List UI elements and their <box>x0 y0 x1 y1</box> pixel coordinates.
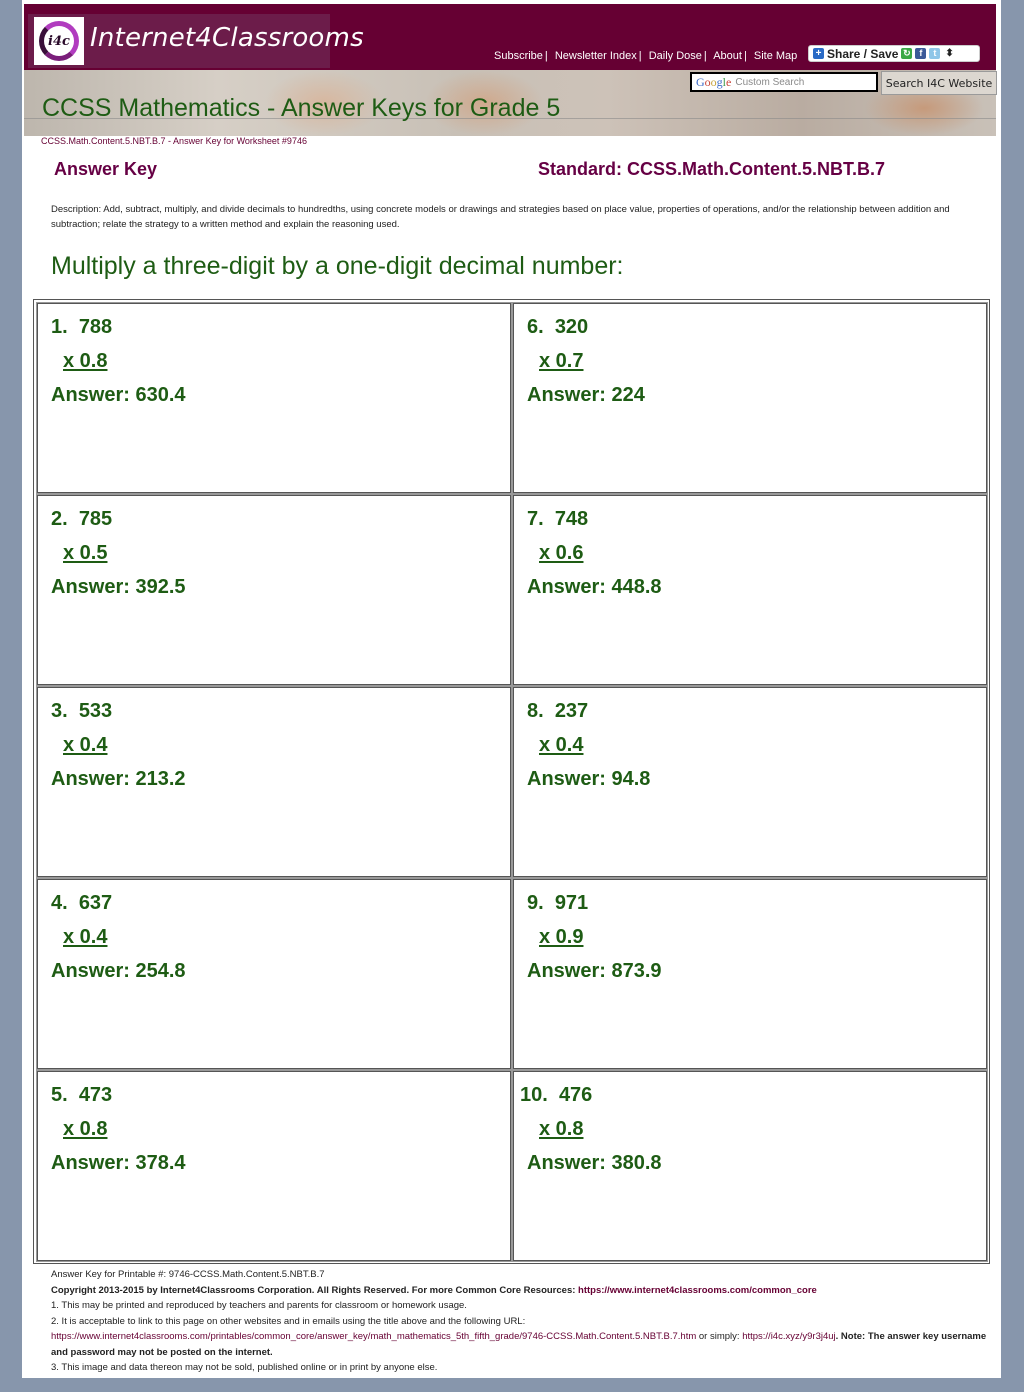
problem-number-value: 4. 637 <box>51 892 113 914</box>
footer-note-2: 2. It is acceptable to link to this page… <box>51 1315 526 1327</box>
nav-site-map[interactable]: Site Map <box>754 50 797 62</box>
problem-multiplier: x 0.4 <box>63 734 108 756</box>
i4c-logo-icon: i4c <box>34 17 84 65</box>
standard-description: Description: Add, subtract, multiply, an… <box>51 204 950 230</box>
problem-multiplier: x 0.9 <box>539 926 584 948</box>
problem-answer: Answer: 94.8 <box>527 768 651 790</box>
problem-answer: Answer: 630.4 <box>51 384 186 406</box>
problem-answer: Answer: 380.8 <box>527 1152 662 1174</box>
worksheet-long-url[interactable]: https://www.internet4classrooms.com/prin… <box>51 1331 696 1342</box>
facebook-icon[interactable]: f <box>915 48 927 59</box>
problem-cell: 5. 473 x 0.8 Answer: 378.4 <box>36 1070 512 1262</box>
problem-multiplier: x 0.6 <box>539 542 584 564</box>
nav-newsletter-index[interactable]: Newsletter Index <box>555 50 637 62</box>
problem-answer: Answer: 378.4 <box>51 1152 186 1174</box>
problem-cell: 10. 476 x 0.8 Answer: 380.8 <box>512 1070 988 1262</box>
problem-answer: Answer: 392.5 <box>51 576 186 598</box>
nav-about[interactable]: About <box>713 50 742 62</box>
share-save-label: Share / Save <box>827 46 899 61</box>
problem-number-value: 3. 533 <box>51 700 113 722</box>
problem-answer: Answer: 254.8 <box>51 960 186 982</box>
section-title: Multiply a three-digit by a one-digit de… <box>51 252 624 280</box>
problem-cell: 4. 637 x 0.4 Answer: 254.8 <box>36 878 512 1070</box>
nav-separator: | <box>743 50 747 62</box>
answer-key-heading: Answer Key <box>54 159 158 179</box>
page-title: CCSS Mathematics - Answer Keys for Grade… <box>42 94 561 122</box>
problem-answer: Answer: 873.9 <box>527 960 662 982</box>
problem-answer: Answer: 213.2 <box>51 768 186 790</box>
problem-number-value: 1. 788 <box>51 316 113 338</box>
problem-number-value: 7. 748 <box>527 508 589 530</box>
search-input[interactable]: Google Custom Search <box>690 72 878 92</box>
problem-number-value: 6. 320 <box>527 316 589 338</box>
plus-icon: + <box>813 48 824 59</box>
problem-number-value: 10. 476 <box>520 1084 593 1106</box>
problem-multiplier: x 0.7 <box>539 350 584 372</box>
breadcrumb[interactable]: CCSS.Math.Content.5.NBT.B.7 - Answer Key… <box>41 136 307 146</box>
google-icon[interactable]: ↻ <box>901 48 913 59</box>
problem-number-value: 2. 785 <box>51 508 113 530</box>
top-nav: Subscribe | Newsletter Index | Daily Dose |… <box>494 50 797 62</box>
problem-number-value: 5. 473 <box>51 1084 113 1106</box>
twitter-icon[interactable]: t <box>929 48 941 59</box>
problem-cell: 1. 788 x 0.8 Answer: 630.4 <box>36 302 512 494</box>
share-save-button[interactable]: + Share / Save ↻ f t ⬍ <box>808 45 980 62</box>
updown-arrows-icon[interactable]: ⬍ <box>945 48 953 59</box>
logo-text: Internet4Classrooms <box>90 23 364 53</box>
footer: Answer Key for Printable #: 9746-CCSS.Ma… <box>51 1267 991 1376</box>
page-container: i4c Internet4Classrooms Subscribe | Newsl… <box>22 0 1001 1378</box>
footer-note-1: 1. This may be printed and reproduced by… <box>51 1300 467 1311</box>
problem-number-value: 8. 237 <box>527 700 589 722</box>
footer-url-line: https://www.internet4classrooms.com/prin… <box>51 1331 987 1358</box>
nav-daily-dose[interactable]: Daily Dose <box>649 50 702 62</box>
problem-multiplier: x 0.8 <box>63 350 108 372</box>
problem-multiplier: x 0.4 <box>539 734 584 756</box>
worksheet-short-url[interactable]: https://i4c.xyz/y9r3j4uj <box>742 1331 835 1342</box>
problem-grid: 1. 788 x 0.8 Answer: 630.4 2. 785 x 0.5 … <box>33 299 990 1264</box>
problem-cell: 8. 237 x 0.4 Answer: 94.8 <box>512 686 988 878</box>
google-brand: Google <box>696 74 732 89</box>
nav-separator: | <box>703 50 707 62</box>
problem-cell: 2. 785 x 0.5 Answer: 392.5 <box>36 494 512 686</box>
nav-separator: | <box>544 50 548 62</box>
problem-multiplier: x 0.8 <box>63 1118 108 1140</box>
problem-answer: Answer: 448.8 <box>527 576 662 598</box>
footer-printable: Answer Key for Printable #: 9746-CCSS.Ma… <box>51 1269 325 1280</box>
problem-number-value: 9. 971 <box>527 892 589 914</box>
problem-cell: 3. 533 x 0.4 Answer: 213.2 <box>36 686 512 878</box>
search-button[interactable]: Search I4C Website <box>881 71 997 95</box>
nav-separator: | <box>638 50 642 62</box>
footer-copyright: Copyright 2013-2015 by Internet4Classroo… <box>51 1284 817 1296</box>
problem-cell: 7. 748 x 0.6 Answer: 448.8 <box>512 494 988 686</box>
site-logo[interactable]: i4c Internet4Classrooms <box>28 14 364 68</box>
footer-note-3: 3. This image and data thereon may not b… <box>51 1362 438 1373</box>
problem-answer: Answer: 224 <box>527 384 645 406</box>
problem-cell: 6. 320 x 0.7 Answer: 224 <box>512 302 988 494</box>
banner: CCSS Mathematics - Answer Keys for Grade… <box>24 70 997 136</box>
problem-multiplier: x 0.8 <box>539 1118 584 1140</box>
header-bar: i4c Internet4Classrooms Subscribe | Newsl… <box>24 4 996 70</box>
problem-multiplier: x 0.5 <box>63 542 108 564</box>
common-core-link[interactable]: https://www.internet4classrooms.com/comm… <box>578 1285 817 1296</box>
standard-heading: Standard: CCSS.Math.Content.5.NBT.B.7 <box>538 159 886 179</box>
problem-multiplier: x 0.4 <box>63 926 108 948</box>
search-placeholder: Custom Search <box>735 76 805 88</box>
problem-cell: 9. 971 x 0.9 Answer: 873.9 <box>512 878 988 1070</box>
nav-subscribe[interactable]: Subscribe <box>494 50 543 62</box>
